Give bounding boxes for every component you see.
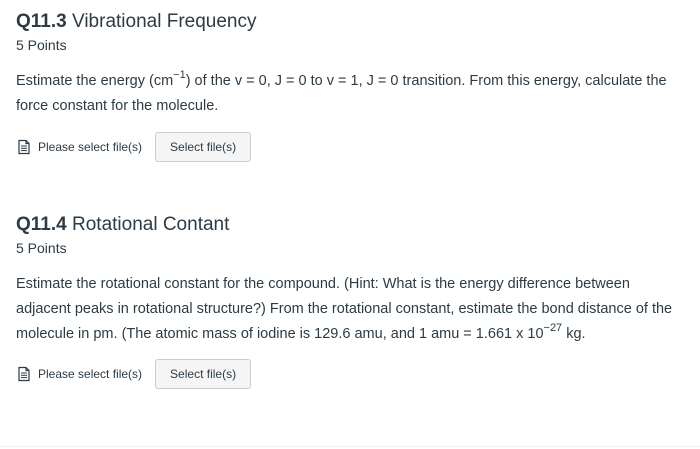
question-q11-4: Q11.4 Rotational Contant 5 Points Estima… xyxy=(16,213,692,390)
question-header: Q11.4 Rotational Contant xyxy=(16,213,692,237)
file-upload-row: Please select file(s) Select file(s) xyxy=(16,131,692,163)
question-number: Q11.4 xyxy=(16,214,67,235)
question-text-superscript: −1 xyxy=(173,69,186,82)
file-status-label: Please select file(s) xyxy=(38,367,143,381)
question-text-superscript: −27 xyxy=(543,322,563,335)
question-text-part1: Estimate the energy (cm xyxy=(16,73,174,89)
question-header: Q11.3 Vibrational Frequency xyxy=(16,10,692,34)
bottom-divider xyxy=(0,446,700,447)
question-title: Rotational Contant xyxy=(72,214,230,235)
question-text: Estimate the energy (cm−1) of the v = 0,… xyxy=(16,69,684,119)
question-points: 5 Points xyxy=(16,37,67,53)
file-document-icon xyxy=(16,139,32,155)
question-text: Estimate the rotational constant for the… xyxy=(16,272,684,347)
question-title: Vibrational Frequency xyxy=(72,11,257,32)
question-points: 5 Points xyxy=(16,240,67,256)
select-file-button[interactable]: Select file(s) xyxy=(155,359,252,389)
question-number: Q11.3 xyxy=(16,11,67,32)
file-upload-row: Please select file(s) Select file(s) xyxy=(16,358,692,390)
select-file-button[interactable]: Select file(s) xyxy=(155,132,252,162)
file-document-icon xyxy=(16,366,32,382)
question-text-part2: kg. xyxy=(562,326,586,342)
file-status-label: Please select file(s) xyxy=(38,140,143,154)
question-q11-3: Q11.3 Vibrational Frequency 5 Points Est… xyxy=(16,10,692,163)
